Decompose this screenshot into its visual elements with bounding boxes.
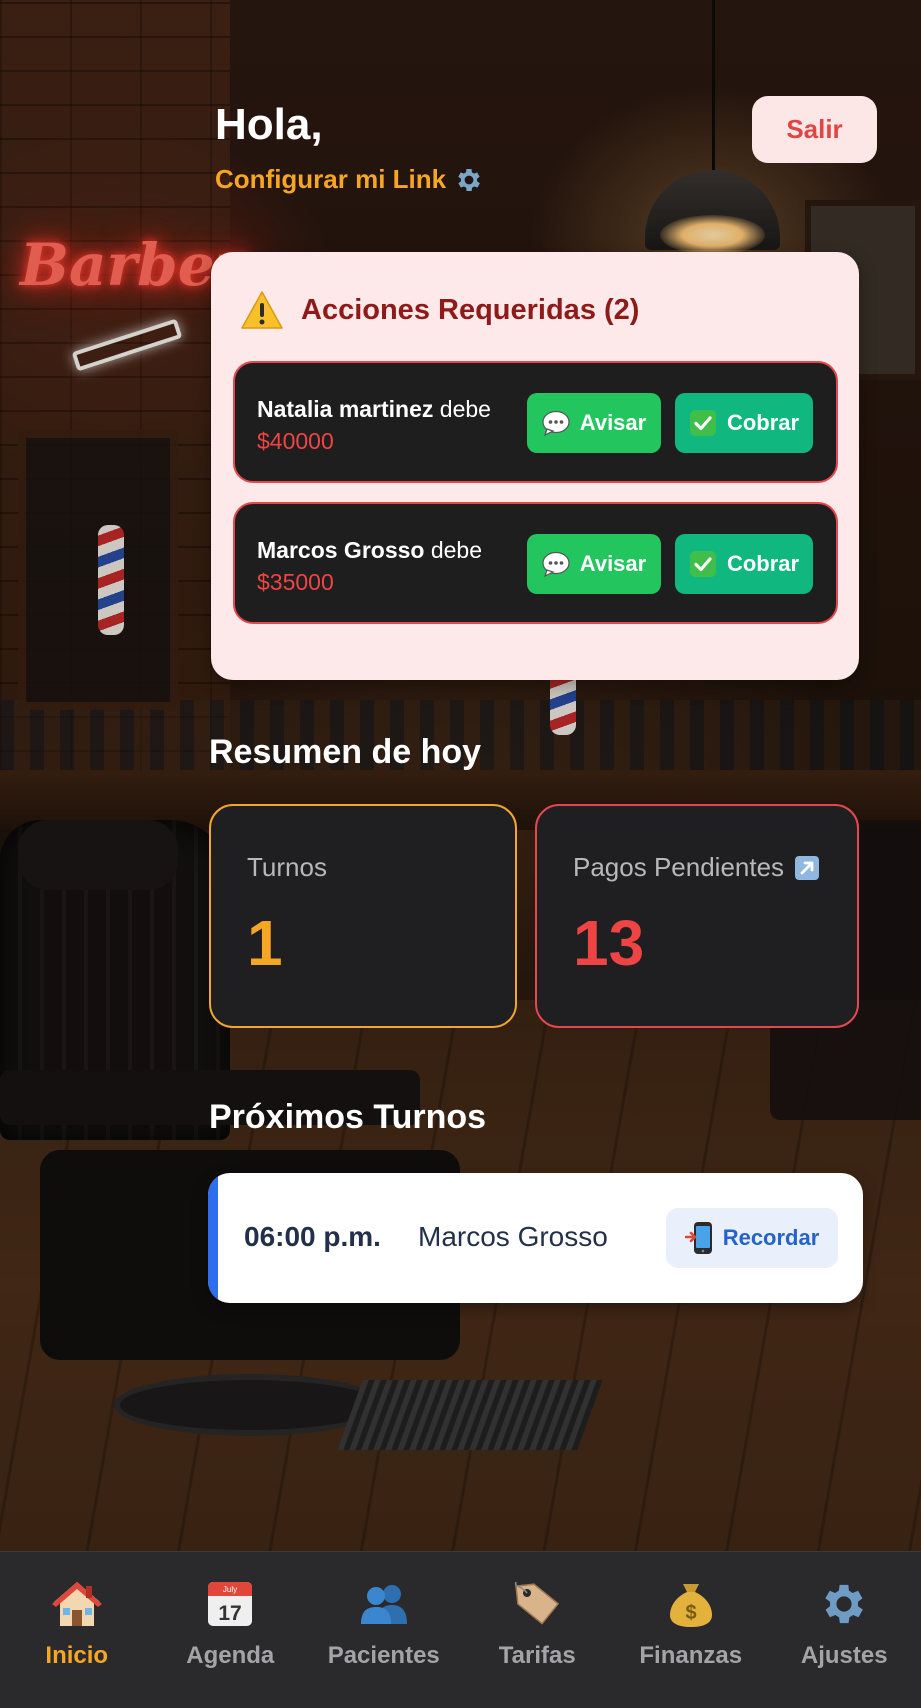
gear-icon [458, 168, 480, 191]
gear-icon [825, 1584, 864, 1624]
home-icon [51, 1582, 102, 1626]
pending-payments-stat-value: 13 [573, 907, 645, 979]
configure-link-label: Configurar mi Link [215, 164, 447, 194]
calendar-icon: July 17 [208, 1582, 253, 1626]
calendar-day: 17 [219, 1602, 242, 1625]
debt-amount: $35000 [257, 569, 334, 595]
nav-item-agenda[interactable]: July 17 Agenda [154, 1552, 308, 1708]
nav-label: Agenda [186, 1642, 275, 1669]
nav-label: Tarifas [498, 1642, 576, 1669]
appointments-stat-card: Turnos 1 [209, 804, 517, 1028]
nav-item-pacientes[interactable]: Pacientes [307, 1552, 461, 1708]
debt-verb: debe [430, 537, 483, 563]
remind-button-label: Recordar [722, 1225, 820, 1250]
appointments-stat-value: 1 [247, 907, 283, 979]
notify-button-label: Avisar [579, 410, 647, 435]
charge-button[interactable]: Cobrar [675, 534, 813, 594]
nav-label: Finanzas [639, 1642, 743, 1669]
appointment-time: 06:00 p.m. [244, 1221, 381, 1252]
pending-payments-stat-card[interactable]: Pagos Pendientes 13 [535, 804, 859, 1028]
logout-button[interactable]: Salir [752, 96, 877, 163]
money-bag-icon: $ [669, 1584, 712, 1627]
nav-item-ajustes[interactable]: Ajustes [768, 1552, 921, 1708]
users-icon [360, 1585, 407, 1624]
required-actions-title: Acciones Requeridas (2) [301, 293, 640, 326]
debtor-name: Natalia martinez [257, 396, 434, 422]
debt-description: Natalia martinez debe $40000 [257, 393, 491, 457]
pending-payments-stat-label-text: Pagos Pendientes [573, 852, 785, 882]
required-actions-header: Acciones Requeridas (2) [241, 290, 639, 330]
speech-bubble-icon [542, 551, 570, 577]
greeting-title: Hola, [215, 100, 323, 149]
appointment-client-name: Marcos Grosso [418, 1221, 608, 1252]
appointment-card: 06:00 p.m. Marcos Grosso Recordar [208, 1173, 863, 1303]
nav-label: Inicio [45, 1642, 109, 1669]
nav-label: Ajustes [800, 1642, 888, 1669]
notify-button[interactable]: Avisar [527, 393, 661, 453]
charge-button-label: Cobrar [726, 551, 800, 576]
configure-link[interactable]: Configurar mi Link [215, 164, 484, 195]
check-icon [689, 410, 716, 436]
calendar-month: July [223, 1585, 237, 1594]
notify-button-label: Avisar [579, 551, 647, 576]
remind-button[interactable]: Recordar [666, 1208, 838, 1268]
debt-verb: debe [439, 396, 491, 422]
debt-row: Natalia martinez debe $40000 Avisar Cobr… [233, 361, 838, 483]
debt-description: Marcos Grosso debe $35000 [257, 534, 482, 598]
debt-row: Marcos Grosso debe $35000 Avisar Cobrar [233, 502, 838, 624]
summary-title: Resumen de hoy [209, 733, 482, 771]
upcoming-title: Próximos Turnos [209, 1098, 487, 1136]
nav-label: Pacientes [327, 1642, 440, 1669]
svg-text:$: $ [685, 1602, 696, 1624]
phone-icon [684, 1222, 712, 1254]
debtor-name: Marcos Grosso [257, 537, 425, 563]
nav-item-inicio[interactable]: Inicio [0, 1552, 154, 1708]
appointment-accent-bar [208, 1173, 218, 1303]
nav-item-finanzas[interactable]: $ Finanzas [614, 1552, 768, 1708]
notify-button[interactable]: Avisar [527, 534, 661, 594]
pending-payments-stat-label: Pagos Pendientes [573, 852, 820, 883]
charge-button-label: Cobrar [726, 410, 800, 435]
appointments-stat-label-text: Turnos [247, 852, 327, 882]
check-icon [689, 551, 716, 577]
bottom-navigation: Inicio July 17 Agenda Pacientes Tarifas [0, 1551, 921, 1708]
appointments-stat-label: Turnos [247, 852, 327, 883]
arrow-up-right-icon [795, 855, 820, 880]
speech-bubble-icon [542, 410, 570, 436]
warning-icon [241, 291, 283, 329]
debt-amount: $40000 [257, 428, 334, 454]
tag-icon [515, 1581, 560, 1625]
charge-button[interactable]: Cobrar [675, 393, 813, 453]
nav-item-tarifas[interactable]: Tarifas [461, 1552, 615, 1708]
required-actions-card: Acciones Requeridas (2) Natalia martinez… [211, 252, 859, 680]
